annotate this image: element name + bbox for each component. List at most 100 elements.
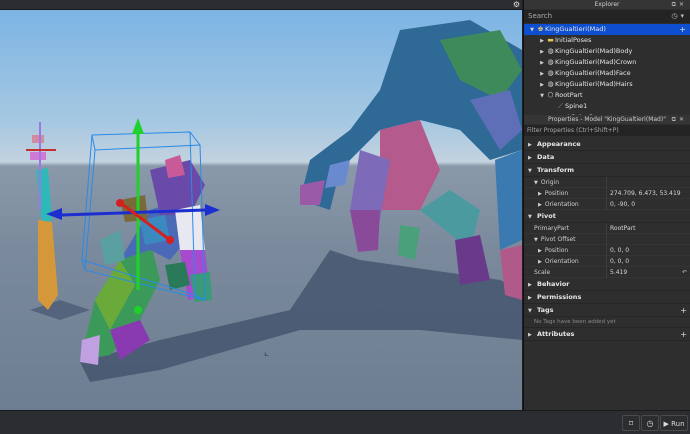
prop-label: Orientation	[544, 201, 579, 208]
prop-pivot-offset[interactable]: ▼ Pivot Offset	[524, 234, 690, 245]
category-label: Permissions	[537, 293, 582, 301]
prop-scale[interactable]: Scale 5.419 ↶	[524, 267, 690, 278]
properties-panel: Properties - Model "KingGualtieri(Mad)" …	[523, 115, 690, 410]
filter-dropdown-icon[interactable]: ▾	[680, 12, 687, 20]
category-label: Data	[537, 153, 555, 161]
3d-viewport[interactable]: ⌞	[0, 10, 522, 410]
scene-render: ⌞	[26, 20, 522, 382]
mesh-icon: ◍	[547, 47, 554, 55]
add-attribute-icon[interactable]: +	[680, 328, 687, 341]
bone-icon: ⟋	[558, 102, 563, 110]
tree-item-label: KingGualtieri(Mad)Hairs	[555, 80, 633, 88]
explorer-tree: ▼ ♚KingGualtieri(Mad) + ▶ ▬InitialPoses ▶ ◍Kin…	[524, 24, 690, 123]
tree-item[interactable]: ▶ ▬InitialPoses	[524, 35, 690, 46]
close-icon[interactable]: ✕	[679, 1, 687, 8]
category-tags[interactable]: ▼ Tags +	[524, 304, 690, 317]
properties-title: Properties - Model "KingGualtieri(Mad)"	[548, 116, 666, 123]
explorer-panel: Explorer ⧉✕ Search ◷▾ ▼ ♚KingGualtieri(Ma…	[523, 0, 690, 121]
category-transform[interactable]: ▼ Transform	[524, 164, 690, 177]
mesh-icon: ◍	[547, 69, 554, 77]
category-label: Pivot	[537, 212, 556, 220]
category-permissions[interactable]: ▶ Permissions	[524, 291, 690, 304]
run-label: Run	[671, 420, 685, 428]
prop-origin-orientation[interactable]: ▶ Orientation 0, -90, 0	[524, 199, 690, 210]
prop-label: Origin	[540, 179, 559, 186]
folder-icon: ▬	[547, 36, 554, 44]
collapse-arrow-icon: ▼	[534, 237, 538, 243]
prop-label: Orientation	[544, 258, 579, 265]
collapse-arrow-icon: ▼	[528, 308, 532, 314]
search-placeholder: Search	[528, 12, 553, 20]
expand-arrow-icon: ▶	[528, 332, 532, 338]
prop-value[interactable]: 274.709, 6.473, 53.419	[610, 188, 681, 199]
viewport-top-bar: ⚙	[0, 0, 522, 10]
tags-empty-note: No Tags have been added yet	[524, 317, 690, 328]
prop-value[interactable]: 0, 0, 0	[610, 245, 629, 256]
category-behavior[interactable]: ▶ Behavior	[524, 278, 690, 291]
prop-origin-position[interactable]: ▶ Position 274.709, 6.473, 53.419	[524, 188, 690, 199]
expand-arrow-icon: ▶	[538, 191, 542, 197]
category-appearance[interactable]: ▶ Appearance	[524, 138, 690, 151]
filter-placeholder: Filter Properties (Ctrl+Shift+P)	[527, 127, 619, 134]
add-tag-icon[interactable]: +	[680, 304, 687, 317]
prop-value[interactable]: 5.419	[610, 267, 627, 278]
category-pivot[interactable]: ▼ Pivot	[524, 210, 690, 223]
dock-icon[interactable]: ⧉	[672, 1, 679, 8]
prop-pivot-position[interactable]: ▶ Position 0, 0, 0	[524, 245, 690, 256]
category-label: Transform	[537, 166, 575, 174]
part-icon: ⬡	[547, 91, 554, 99]
play-icon: ▶	[663, 420, 669, 428]
tree-item-label: KingGualtieri(Mad)	[545, 25, 606, 33]
category-data[interactable]: ▶ Data	[524, 151, 690, 164]
prop-origin[interactable]: ▼ Origin	[524, 177, 690, 188]
add-object-icon[interactable]: +	[679, 24, 686, 35]
mesh-icon: ◍	[547, 58, 554, 66]
studio-window: ⚙ ⌞ Explorer ⧉✕ Search ◷▾ ▼ ♚KingGualtie…	[0, 0, 690, 434]
tree-item[interactable]: ▼ ♚KingGualtieri(Mad) +	[524, 24, 690, 35]
explorer-search-input[interactable]: Search ◷▾	[524, 10, 690, 23]
prop-primary-part[interactable]: PrimaryPart RootPart	[524, 223, 690, 234]
prop-label: Pivot Offset	[540, 236, 576, 243]
filter-properties-input[interactable]: Filter Properties (Ctrl+Shift+P)	[524, 125, 690, 136]
expand-arrow-icon: ▶	[538, 259, 542, 265]
category-label: Attributes	[537, 330, 575, 338]
reset-icon[interactable]: ↶	[682, 267, 687, 278]
explorer-title-bar: Explorer ⧉✕	[524, 0, 690, 9]
dock-icon[interactable]: ⧉	[672, 116, 679, 123]
mesh-icon: ◍	[547, 80, 554, 88]
prop-pivot-orientation[interactable]: ▶ Orientation 0, 0, 0	[524, 256, 690, 267]
explorer-title: Explorer	[594, 1, 620, 8]
tree-item-label: Spine1	[565, 102, 588, 110]
expand-arrow-icon: ▶	[538, 202, 542, 208]
bookmark-icon[interactable]: ⌑	[622, 415, 640, 431]
prop-value[interactable]: 0, -90, 0	[610, 199, 635, 210]
close-icon[interactable]: ✕	[679, 116, 687, 123]
category-label: Tags	[537, 306, 554, 314]
model-icon: ♚	[537, 25, 544, 33]
tree-item-label: InitialPoses	[555, 36, 592, 44]
properties-title-bar: Properties - Model "KingGualtieri(Mad)" …	[524, 115, 690, 124]
tree-item-label: RootPart	[555, 91, 583, 99]
tree-item[interactable]: ▶ ◍KingGualtieri(Mad)Face	[524, 68, 690, 79]
tree-item-label: KingGualtieri(Mad)Body	[555, 47, 633, 55]
tree-item[interactable]: ▼ ⬡RootPart	[524, 90, 690, 101]
gear-icon[interactable]: ⚙	[513, 0, 520, 10]
tree-item[interactable]: ▶ ◍KingGualtieri(Mad)Hairs	[524, 79, 690, 90]
prop-value[interactable]: 0, 0, 0	[610, 256, 629, 267]
category-attributes[interactable]: ▶ Attributes +	[524, 328, 690, 341]
mouse-cursor-icon: ⌞	[264, 348, 268, 358]
category-label: Appearance	[537, 140, 581, 148]
tree-item[interactable]: ▶ ◍KingGualtieri(Mad)Body	[524, 46, 690, 57]
prop-label: Position	[544, 190, 569, 197]
tree-item-label: KingGualtieri(Mad)Face	[555, 69, 631, 77]
tree-item-label: KingGualtieri(Mad)Crown	[555, 58, 637, 66]
bottom-bar: ⌑ ◷ ▶ Run	[0, 410, 690, 434]
prop-label: Position	[544, 247, 569, 254]
run-button[interactable]: ▶ Run	[660, 415, 688, 431]
tree-item[interactable]: ▶ ◍KingGualtieri(Mad)Crown	[524, 57, 690, 68]
tree-item[interactable]: ⟋ Spine1	[524, 101, 690, 112]
history-icon[interactable]: ◷	[641, 415, 659, 431]
expand-arrow-icon: ▶	[538, 248, 542, 254]
prop-value[interactable]: RootPart	[610, 223, 635, 234]
collapse-arrow-icon: ▼	[534, 180, 538, 186]
